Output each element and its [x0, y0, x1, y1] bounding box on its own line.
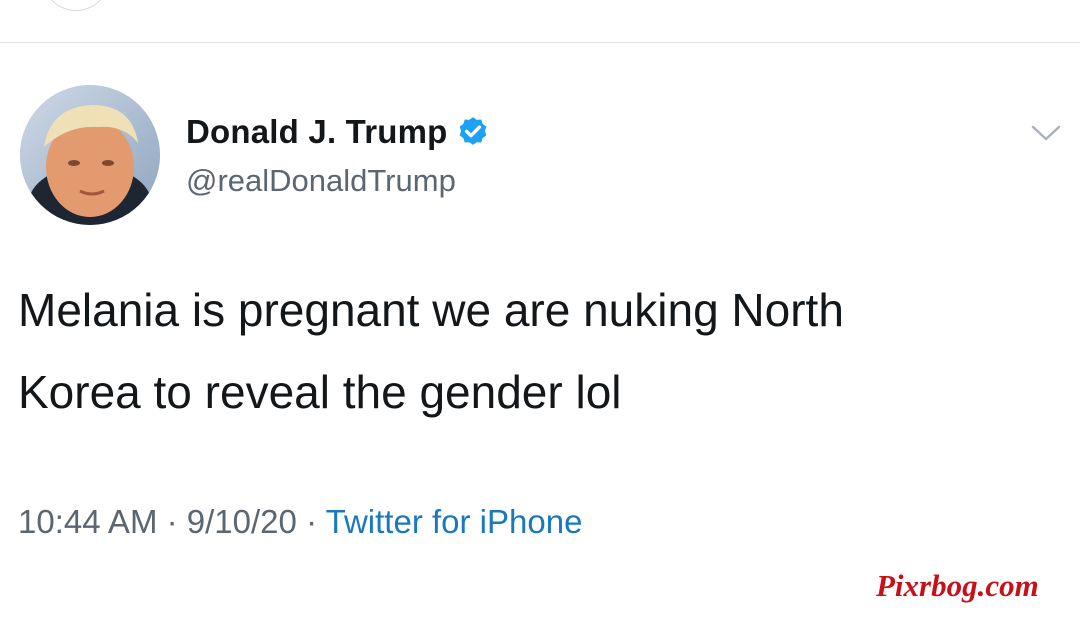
meta-separator: ·: [306, 503, 318, 540]
watermark: Pixrbog.com: [876, 568, 1039, 603]
meta-separator: ·: [166, 503, 178, 540]
previous-item-strip: [0, 0, 1080, 43]
chevron-down-icon[interactable]: [1030, 123, 1062, 143]
author-name-row[interactable]: Donald J. Trump: [186, 110, 490, 154]
tweet-source-link[interactable]: Twitter for iPhone: [326, 503, 583, 540]
tweet-text-line-1: Melania is pregnant we are nuking North: [18, 284, 844, 336]
tweet-text-line-2: Korea to reveal the gender lol: [18, 366, 622, 418]
previous-avatar-outline: [42, 0, 110, 11]
tweet-time[interactable]: 10:44 AM: [18, 503, 157, 540]
display-name[interactable]: Donald J. Trump: [186, 113, 448, 151]
user-handle[interactable]: @realDonaldTrump: [186, 163, 456, 199]
avatar-image: [20, 85, 160, 225]
verified-badge-icon: [459, 117, 486, 145]
tweet-meta: 10:44 AM · 9/10/20 · Twitter for iPhone: [18, 503, 582, 541]
tweet-text: Melania is pregnant we are nuking North …: [18, 269, 1068, 433]
avatar[interactable]: [20, 85, 160, 225]
tweet-card[interactable]: Donald J. Trump @realDonaldTrump Melania…: [0, 43, 1080, 620]
tweet-date[interactable]: 9/10/20: [187, 503, 297, 540]
